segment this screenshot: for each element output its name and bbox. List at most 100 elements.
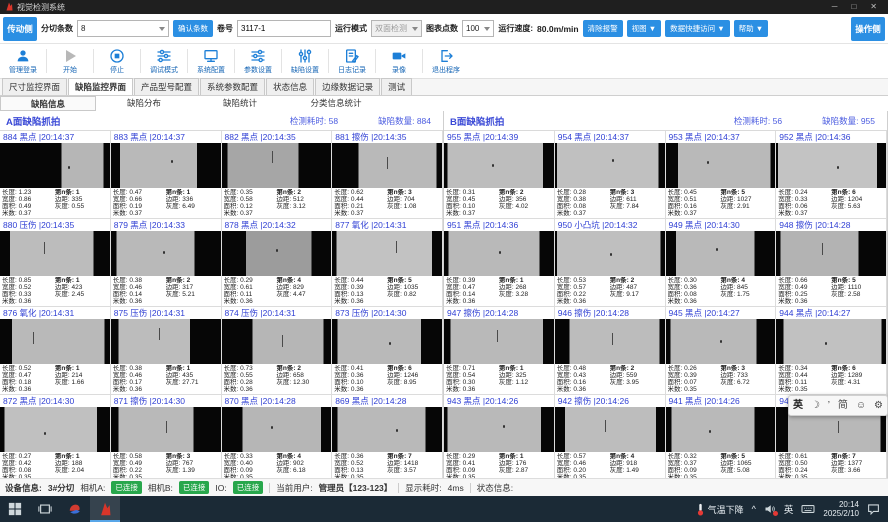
toolbar-button-log[interactable]: 日志记录 <box>331 48 373 75</box>
confirm-count-button[interactable]: 确认条数 <box>173 20 213 37</box>
taskbar-active-app-icon[interactable] <box>90 496 120 522</box>
defect-cell[interactable]: 945 黑点 |20:14:27长度: 0.26宽度: 0.39面积: 0.07… <box>666 307 777 395</box>
meta-width: 宽度: 0.39 <box>668 372 721 379</box>
defect-cell[interactable]: 870 黑点 |20:14:28长度: 0.33宽度: 0.40面积: 0.09… <box>222 395 333 483</box>
toolbar-button-debug[interactable]: 调试模式 <box>143 48 185 75</box>
defect-panel-a: A面缺陷抓拍检测耗时: 58缺陷数量: 884884 黑点 |20:14:37长… <box>0 111 444 478</box>
defect-cell[interactable]: 883 黑点 |20:14:37长度: 0.47宽度: 0.66面积: 0.19… <box>111 131 222 219</box>
defect-cell[interactable]: 946 擦伤 |20:14:28长度: 0.48宽度: 0.43面积: 0.16… <box>555 307 666 395</box>
volume-icon[interactable] <box>764 503 776 515</box>
defect-cell-header: 874 压伤 |20:14:31 <box>222 307 332 319</box>
defect-cell[interactable]: 871 擦伤 |20:14:30长度: 0.58宽度: 0.49面积: 0.22… <box>111 395 222 483</box>
defect-cell[interactable]: 879 黑点 |20:14:33长度: 0.38宽度: 0.46面积: 0.14… <box>111 219 222 307</box>
meta-strip: 第n条: 4 <box>720 277 773 284</box>
debug-icon <box>156 48 172 65</box>
defect-cell[interactable]: 953 黑点 |20:14:37长度: 0.45宽度: 0.51面积: 0.16… <box>666 131 777 219</box>
toolbar-button-exit[interactable]: 退出程序 <box>425 48 467 75</box>
defect-cell[interactable]: 954 黑点 |20:14:37长度: 0.28宽度: 0.38面积: 0.08… <box>555 131 666 219</box>
defect-cell[interactable]: 949 黑点 |20:14:30长度: 0.30宽度: 0.36面积: 0.08… <box>666 219 777 307</box>
maximize-button[interactable]: □ <box>851 0 856 14</box>
taskbar-app-icon[interactable] <box>60 496 90 522</box>
clear-alarm-button[interactable]: 清除报警 <box>583 20 623 37</box>
defect-cell[interactable]: 944 黑点 |20:14:27长度: 0.34宽度: 0.44面积: 0.11… <box>776 307 887 395</box>
input-language-indicator[interactable]: 英 <box>784 502 794 516</box>
defect-cell[interactable]: 880 压伤 |20:14:35长度: 0.85宽度: 0.52面积: 0.33… <box>0 219 111 307</box>
defect-cell[interactable]: 882 黑点 |20:14:35长度: 0.35宽度: 0.58面积: 0.12… <box>222 131 333 219</box>
meta-width: 宽度: 0.86 <box>2 196 55 203</box>
ime-emoji-icon[interactable]: ☺ <box>856 397 866 414</box>
io-status-badge: 已连接 <box>233 481 264 494</box>
toolbar-button-user[interactable]: 管理登录 <box>2 48 44 75</box>
defect-cell[interactable]: 952 黑点 |20:14:36长度: 0.24宽度: 0.33面积: 0.06… <box>776 131 887 219</box>
defect-cell[interactable]: 877 氧化 |20:14:31长度: 0.44宽度: 0.39面积: 0.13… <box>332 219 443 307</box>
defect-cell[interactable]: 943 黑点 |20:14:26长度: 0.29宽度: 0.41面积: 0.09… <box>444 395 555 483</box>
tab-sub-1[interactable]: 缺陷分布 <box>96 96 192 111</box>
ime-settings-icon[interactable]: ⚙ <box>874 397 883 414</box>
tab-sub-2[interactable]: 缺陷统计 <box>192 96 288 111</box>
defect-cell[interactable]: 872 黑点 |20:14:30长度: 0.27宽度: 0.42面积: 0.08… <box>0 395 111 483</box>
action-center-icon[interactable] <box>867 503 880 515</box>
clock-tray-item[interactable]: 20:14 2025/2/10 <box>823 500 859 518</box>
defect-cell[interactable]: 948 擦伤 |20:14:28长度: 0.66宽度: 0.49面积: 0.25… <box>776 219 887 307</box>
touch-keyboard-icon[interactable] <box>801 503 815 515</box>
tab-main-5[interactable]: 边缘数据记录 <box>315 78 380 95</box>
view-menu-button[interactable]: 视图 ▼ <box>627 20 662 37</box>
defect-cell-header: 880 压伤 |20:14:35 <box>0 219 110 231</box>
toolbar-button-params[interactable]: 参数设置 <box>237 48 279 75</box>
slit-count-select[interactable]: 8 <box>77 20 169 37</box>
defect-cell[interactable]: 876 氧化 |20:14:31长度: 0.52宽度: 0.47面积: 0.18… <box>0 307 111 395</box>
defect-meta-left: 长度: 0.28宽度: 0.38面积: 0.08米数: 0.37 <box>557 189 610 217</box>
drive-side-button[interactable]: 传动侧 <box>3 17 37 41</box>
run-mode-select[interactable]: 双面检测 <box>371 20 422 37</box>
ime-moon-icon[interactable]: ☽ <box>811 397 820 414</box>
tab-main-4[interactable]: 状态信息 <box>266 78 314 95</box>
help-menu-button[interactable]: 帮助 ▼ <box>734 20 769 37</box>
tray-expand-caret[interactable]: ^ <box>752 504 756 514</box>
tab-main-1[interactable]: 缺陷监控界面 <box>68 78 133 95</box>
chart-points-select[interactable]: 100 <box>462 20 494 37</box>
tab-sub-0[interactable]: 缺陷信息 <box>0 96 96 111</box>
tab-main-6[interactable]: 测试 <box>381 78 412 95</box>
meta-strip: 第n条: 3 <box>610 189 663 196</box>
ime-punctuation-toggle[interactable]: ’ <box>828 397 830 414</box>
tab-main-2[interactable]: 产品型号配置 <box>134 78 199 95</box>
toolbar-button-camera[interactable]: 录像 <box>378 48 420 75</box>
divider <box>269 483 270 493</box>
toolbar-button-label: 管理登录 <box>9 65 37 75</box>
defect-cell[interactable]: 950 小凸坑 |20:14:32长度: 0.53宽度: 0.57面积: 0.2… <box>555 219 666 307</box>
defect-cell[interactable]: 874 压伤 |20:14:31长度: 0.73宽度: 0.55面积: 0.28… <box>222 307 333 395</box>
toolbar-button-stop[interactable]: 停止 <box>96 48 138 75</box>
data-quick-access-button[interactable]: 数据快捷访问 ▼ <box>665 20 730 37</box>
defect-cell[interactable]: 884 黑点 |20:14:37长度: 1.23宽度: 0.86面积: 0.49… <box>0 131 111 219</box>
tab-main-0[interactable]: 尺寸监控界面 <box>2 78 67 95</box>
close-button[interactable]: ✕ <box>870 0 877 14</box>
weather-tray-item[interactable]: 气温下降 <box>696 503 744 516</box>
ime-language-toggle[interactable]: 英 <box>793 397 803 414</box>
sub-tab-bar: 缺陷信息缺陷分布缺陷统计分类信息统计 <box>0 96 888 112</box>
defect-cell[interactable]: 875 压伤 |20:14:31长度: 0.38宽度: 0.46面积: 0.17… <box>111 307 222 395</box>
tab-sub-3[interactable]: 分类信息统计 <box>288 96 384 111</box>
meta-margin: 边距: 1289 <box>831 372 884 379</box>
defect-cell[interactable]: 881 擦伤 |20:14:35长度: 0.62宽度: 0.44面积: 0.21… <box>332 131 443 219</box>
tab-main-3[interactable]: 系统参数配置 <box>200 78 265 95</box>
minimize-button[interactable]: ─ <box>832 0 838 14</box>
defect-cell[interactable]: 951 黑点 |20:14:36长度: 0.39宽度: 0.47面积: 0.14… <box>444 219 555 307</box>
defect-cell[interactable]: 955 黑点 |20:14:39长度: 0.31宽度: 0.45面积: 0.10… <box>444 131 555 219</box>
defect-cell[interactable]: 878 黑点 |20:14:32长度: 0.29宽度: 0.61面积: 0.11… <box>222 219 333 307</box>
meta-area: 面积: 0.10 <box>334 379 387 386</box>
operator-side-button[interactable]: 操作侧 <box>851 17 885 41</box>
defect-cell[interactable]: 941 黑点 |20:14:26长度: 0.32宽度: 0.37面积: 0.09… <box>666 395 777 483</box>
defect-cell[interactable]: 873 压伤 |20:14:30长度: 0.41宽度: 0.36面积: 0.10… <box>332 307 443 395</box>
defect-line-mark <box>497 330 498 342</box>
roll-number-input[interactable] <box>237 20 331 37</box>
defect-cell[interactable]: 942 擦伤 |20:14:26长度: 0.57宽度: 0.46面积: 0.20… <box>555 395 666 483</box>
toolbar-button-play[interactable]: 开始 <box>49 48 91 75</box>
meta-margin: 边距: 423 <box>55 284 108 291</box>
ime-simplified-toggle[interactable]: 简 <box>838 397 848 414</box>
toolbar-button-defect[interactable]: 缺陷设置 <box>284 48 326 75</box>
defect-cell[interactable]: 947 擦伤 |20:14:28长度: 0.71宽度: 0.54面积: 0.30… <box>444 307 555 395</box>
toolbar-button-system[interactable]: 系统配置 <box>190 48 232 75</box>
task-view-button[interactable] <box>30 496 60 522</box>
defect-cell[interactable]: 869 黑点 |20:14:28长度: 0.36宽度: 0.52面积: 0.13… <box>332 395 443 483</box>
start-button[interactable] <box>0 496 30 522</box>
